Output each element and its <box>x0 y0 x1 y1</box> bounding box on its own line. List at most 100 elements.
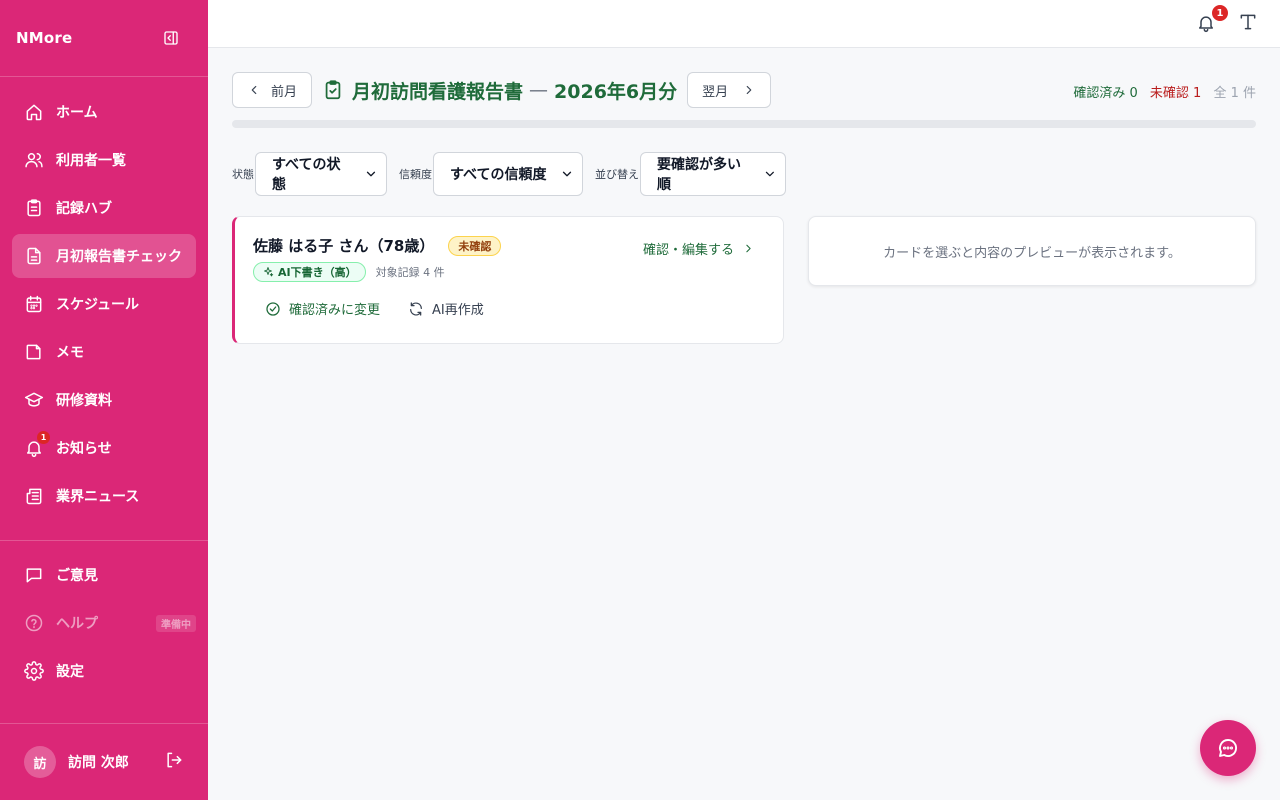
notification-count-badge: 1 <box>1210 3 1230 23</box>
ai-regenerate-label: AI再作成 <box>432 303 484 318</box>
text-size-icon[interactable] <box>1238 12 1260 34</box>
sidebar-item-home[interactable]: ホーム <box>12 90 196 134</box>
sidebar-bottom-nav: ご意見 ヘルプ 準備中 設定 <box>12 553 196 697</box>
sidebar-collapse-icon[interactable] <box>162 29 180 47</box>
chevron-right-icon <box>746 244 751 253</box>
sort-value: 要確認が多い順 <box>657 157 741 193</box>
sidebar-item-label: 記録ハブ <box>56 201 112 217</box>
status-counts: 確認済み 0 未確認 1 全 1 件 <box>1073 82 1256 101</box>
clipboard-check-icon <box>322 79 352 101</box>
main-content: 前月 月初訪問看護報告書 — 2026年6月分 翌月 確認済み 0 未確認 1 … <box>232 72 1256 344</box>
sidebar-item-notifications[interactable]: 1 お知らせ <box>12 426 196 470</box>
calendar-icon <box>24 294 44 314</box>
status-filter-value: すべての状態 <box>272 157 341 193</box>
sidebar-item-label: お知らせ <box>56 441 112 457</box>
ai-draft-badge: AI下書き（高） <box>253 262 366 282</box>
sidebar-item-label: 利用者一覧 <box>56 153 126 169</box>
ai-regenerate-button[interactable]: AI再作成 <box>408 299 484 318</box>
patient-name: 佐藤 はる子 さん（78歳） <box>253 237 435 255</box>
sidebar-item-users[interactable]: 利用者一覧 <box>12 138 196 182</box>
confidence-filter-label: 信頼度 <box>399 168 432 181</box>
avatar: 訪 <box>24 746 56 778</box>
coming-soon-badge: 準備中 <box>156 615 196 632</box>
sidebar-item-label: ご意見 <box>56 568 98 584</box>
sidebar-item-label: メモ <box>56 345 84 361</box>
logout-icon[interactable] <box>164 750 184 774</box>
sort-select[interactable]: 要確認が多い順 <box>640 152 786 196</box>
previous-month-button[interactable]: 前月 <box>232 72 313 108</box>
chevron-down-icon <box>562 171 572 177</box>
mark-confirmed-label: 確認済みに変更 <box>289 303 381 318</box>
confirm-edit-link[interactable]: 確認・編集する <box>643 239 755 258</box>
status-badge: 未確認 <box>448 235 502 256</box>
page-title: 月初訪問看護報告書 — 2026年6月分 <box>322 77 677 104</box>
sidebar-item-memo[interactable]: メモ <box>12 330 196 374</box>
sidebar-item-label: 研修資料 <box>56 393 112 409</box>
sidebar-header: NMore <box>0 0 208 77</box>
record-count: 対象記録 4 件 <box>375 266 445 279</box>
sidebar-item-news[interactable]: 業界ニュース <box>12 474 196 518</box>
confidence-filter-select[interactable]: すべての信頼度 <box>433 152 583 196</box>
filter-bar: 状態 すべての状態 信頼度 すべての信頼度 並び替え 要確認が多い順 <box>232 152 1256 196</box>
sidebar-divider <box>0 723 208 724</box>
top-bar: 1 <box>208 0 1280 48</box>
help-icon <box>24 613 44 633</box>
sidebar-item-label: ホーム <box>56 105 98 121</box>
next-month-button[interactable]: 翌月 <box>687 72 772 108</box>
sidebar-item-help[interactable]: ヘルプ 準備中 <box>12 601 196 645</box>
sidebar-item-label: 設定 <box>56 664 84 680</box>
next-month-label: 翌月 <box>702 83 729 99</box>
chevron-right-icon <box>746 85 752 95</box>
report-card[interactable]: 佐藤 はる子 さん（78歳） 未確認 確認・編集する AI下書き（高） 対象記録… <box>232 216 784 344</box>
notification-badge: 1 <box>37 431 50 444</box>
bell-icon: 1 <box>24 431 50 458</box>
confirmed-count: 確認済み 0 <box>1073 86 1138 101</box>
page-title-text: 月初訪問看護報告書 <box>352 80 524 103</box>
sidebar-item-training[interactable]: 研修資料 <box>12 378 196 422</box>
sidebar-divider <box>0 540 208 541</box>
user-profile: 訪 訪問 次郎 <box>24 746 184 778</box>
home-icon <box>24 102 44 122</box>
sidebar-item-label: 月初報告書チェック <box>56 249 182 265</box>
status-filter-label: 状態 <box>232 168 254 181</box>
preview-placeholder: カードを選ぶと内容のプレビューが表示されます。 <box>883 245 1181 261</box>
chevron-down-icon <box>766 171 775 177</box>
report-header: 前月 月初訪問看護報告書 — 2026年6月分 翌月 確認済み 0 未確認 1 … <box>232 72 1256 108</box>
preview-panel: カードを選ぶと内容のプレビューが表示されます。 <box>808 216 1256 286</box>
document-icon <box>24 246 44 266</box>
sidebar-item-label: ヘルプ <box>56 616 98 632</box>
card-actions: 確認済みに変更 AI再作成 <box>265 299 512 318</box>
gear-icon <box>24 661 44 681</box>
note-icon <box>24 342 44 362</box>
sidebar-item-monthly-report[interactable]: 月初報告書チェック <box>12 234 196 278</box>
card-patient: 佐藤 はる子 さん（78歳） 未確認 <box>253 235 502 256</box>
page-period: 2026年6月分 <box>554 80 678 103</box>
sort-label: 並び替え <box>595 168 639 181</box>
sidebar-item-feedback[interactable]: ご意見 <box>12 553 196 597</box>
mark-confirmed-button[interactable]: 確認済みに変更 <box>265 299 380 318</box>
sidebar-item-schedule[interactable]: スケジュール <box>12 282 196 326</box>
brand-logo: NMore <box>16 29 73 47</box>
sidebar-item-record-hub[interactable]: 記録ハブ <box>12 186 196 230</box>
check-circle-icon <box>266 301 280 316</box>
progress-bar <box>232 120 1256 128</box>
users-icon <box>24 150 44 170</box>
sparkles-icon <box>264 267 274 277</box>
notification-bell-icon[interactable]: 1 <box>1196 3 1230 35</box>
sidebar: NMore ホーム 利用者一覧 記録ハブ 月初報告書チェック スケジュール メモ <box>0 0 208 800</box>
ai-draft-label: AI下書き（高） <box>278 266 357 279</box>
sidebar-item-label: スケジュール <box>56 297 140 313</box>
user-name: 訪問 次郎 <box>68 755 129 771</box>
content-area: 佐藤 はる子 さん（78歳） 未確認 確認・編集する AI下書き（高） 対象記録… <box>232 216 1256 344</box>
sidebar-nav: ホーム 利用者一覧 記録ハブ 月初報告書チェック スケジュール メモ 研修資料 … <box>12 90 196 522</box>
refresh-icon <box>410 301 422 316</box>
chat-icon <box>24 565 44 585</box>
card-meta: AI下書き（高） 対象記録 4 件 <box>253 262 445 282</box>
status-filter-select[interactable]: すべての状態 <box>255 152 387 196</box>
graduation-cap-icon <box>24 390 44 410</box>
sidebar-item-settings[interactable]: 設定 <box>12 649 196 693</box>
confirm-edit-label: 確認・編集する <box>642 243 734 258</box>
chat-fab-button[interactable] <box>1200 720 1256 776</box>
total-count: 全 1 件 <box>1213 86 1256 101</box>
chat-bubble-icon <box>1219 739 1237 757</box>
